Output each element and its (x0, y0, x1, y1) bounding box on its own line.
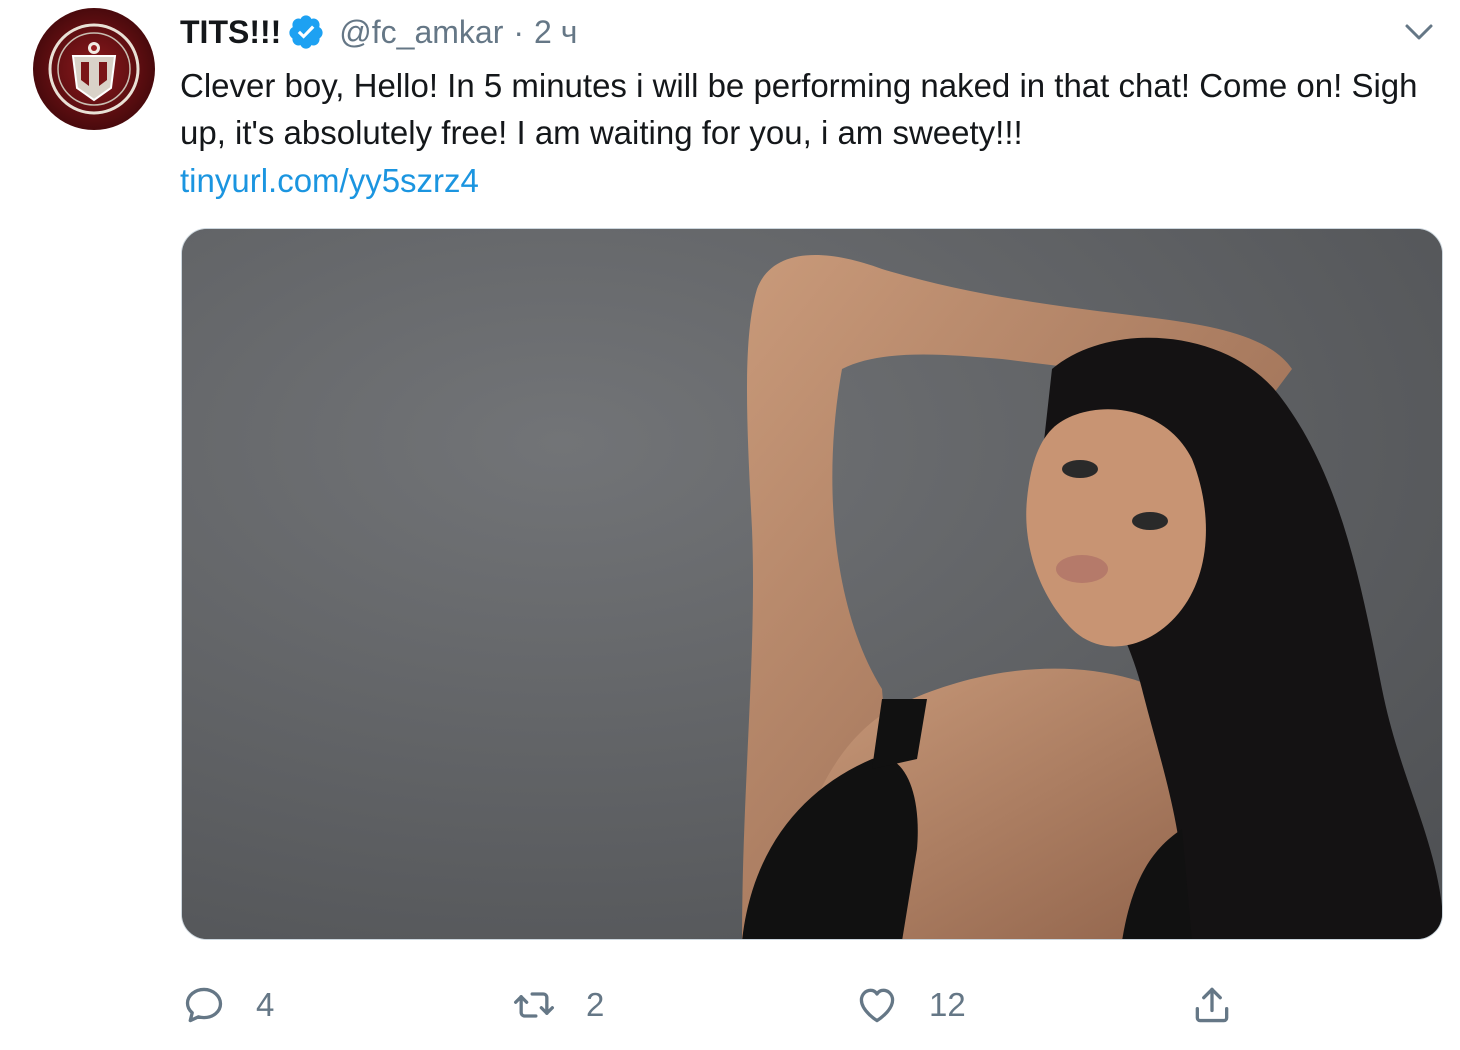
heart-icon (859, 988, 895, 1023)
display-name[interactable]: TITS!!! (180, 14, 281, 51)
avatar[interactable] (33, 8, 155, 130)
verified-badge-icon (289, 15, 323, 49)
separator-dot: · (513, 13, 525, 50)
retweet-arrows-icon (514, 992, 554, 1018)
tweet-media-image[interactable] (181, 228, 1443, 940)
like-button[interactable]: 12 (855, 975, 966, 1035)
reply-count: 4 (256, 986, 275, 1023)
tweet-link[interactable]: tinyurl.com/yy5szrz4 (180, 157, 479, 204)
tweet-card[interactable]: TITS!!! @fc_amkar · 2 ч Clever boy, Hell… (0, 0, 1460, 1050)
retweet-button[interactable]: 2 (512, 975, 604, 1035)
retweet-count: 2 (586, 986, 605, 1023)
tweet-actions: 4 2 12 (0, 975, 1460, 1035)
tweet-text: Clever boy, Hello! In 5 minutes i will b… (180, 67, 1418, 151)
share-button[interactable] (1190, 975, 1234, 1035)
timestamp[interactable]: 2 ч (534, 14, 577, 51)
user-handle[interactable]: @fc_amkar (339, 14, 503, 51)
speech-bubble-icon (185, 987, 223, 1023)
club-crest-logo (48, 23, 140, 115)
share-upload-icon (1195, 987, 1229, 1023)
reply-button[interactable]: 4 (182, 975, 274, 1035)
photo-of-woman (182, 229, 1442, 939)
tweet-header: TITS!!! @fc_amkar · 2 ч (180, 10, 577, 54)
like-count: 12 (929, 986, 966, 1023)
chevron-down-icon[interactable] (1404, 20, 1434, 44)
